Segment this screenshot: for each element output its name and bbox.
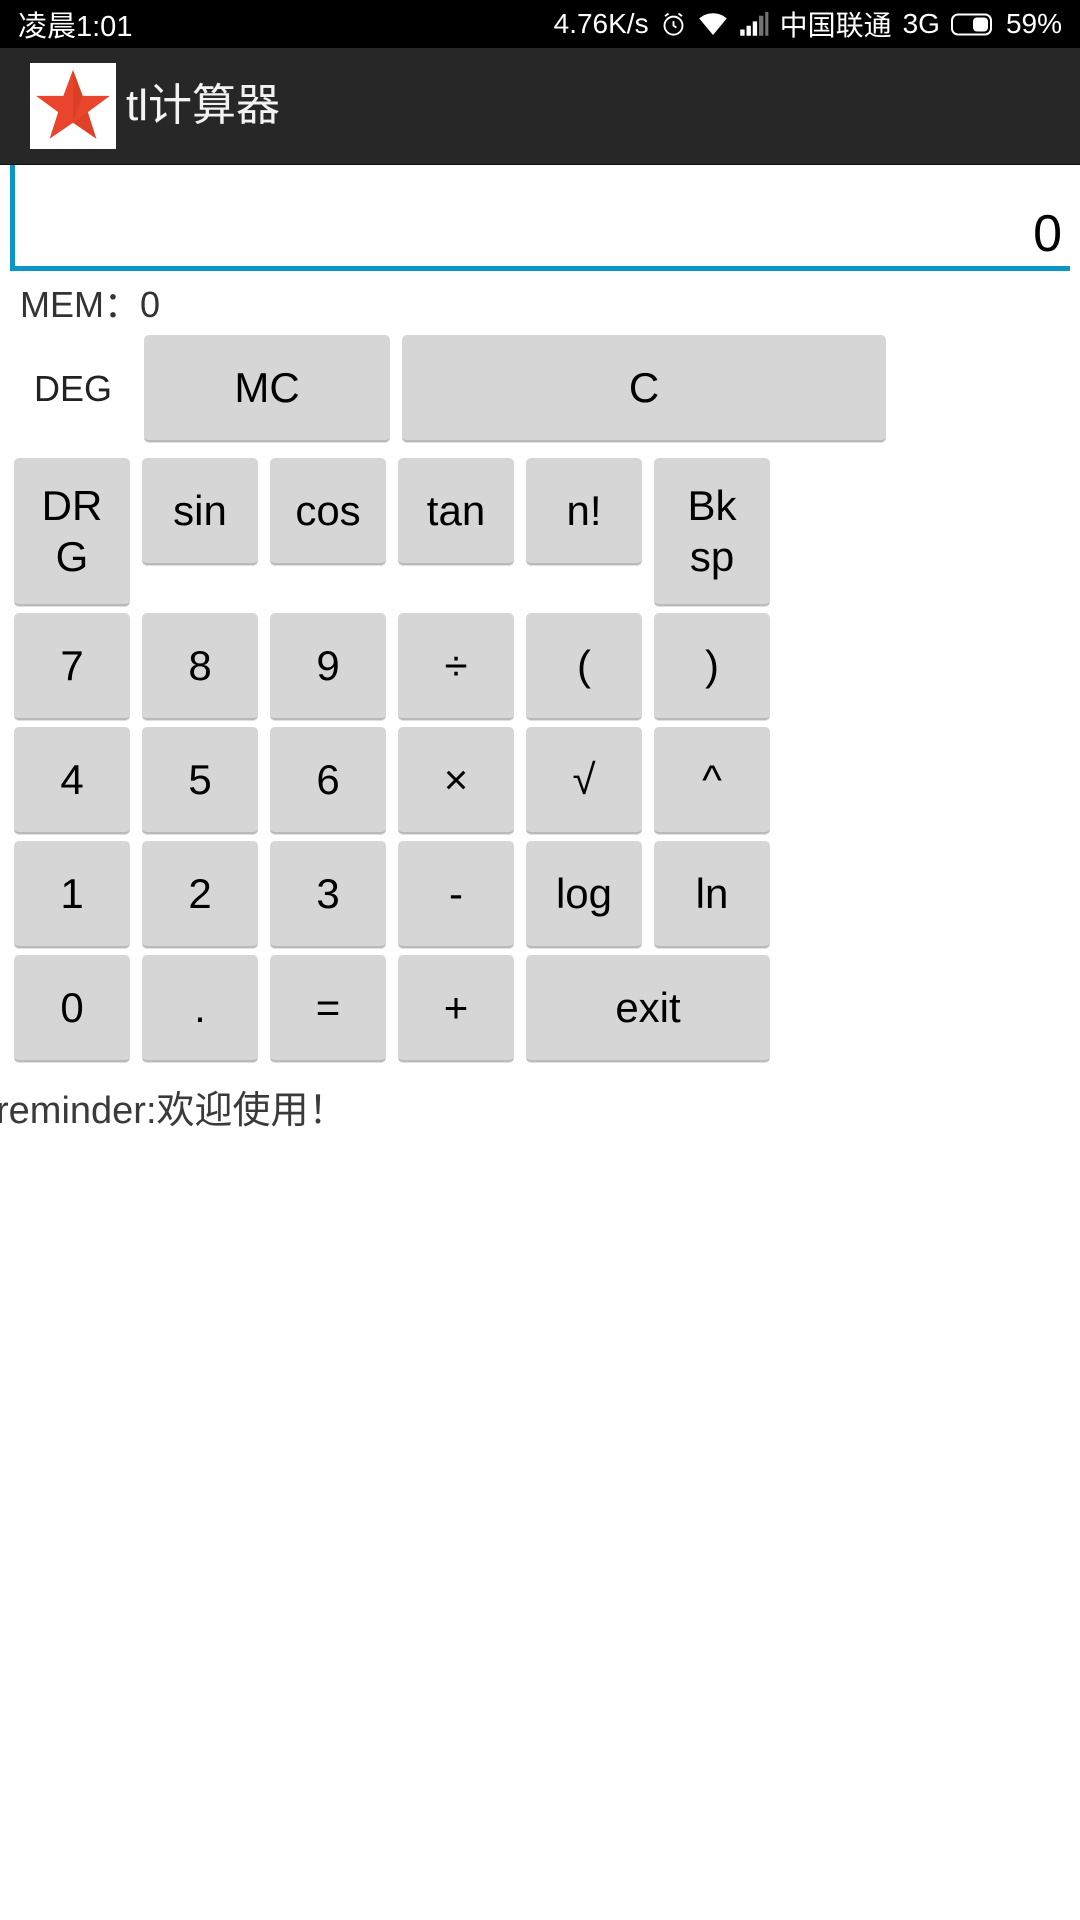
keypad-row-456: 4 5 6 × √ ^ <box>8 727 1072 834</box>
keypad-row-memory: DEG MC C <box>8 331 1072 442</box>
digit-9-button[interactable]: 9 <box>270 613 386 720</box>
paren-close-button[interactable]: ) <box>654 613 770 720</box>
paren-open-button[interactable]: ( <box>526 613 642 720</box>
digit-3-button[interactable]: 3 <box>270 841 386 948</box>
digit-6-button[interactable]: 6 <box>270 727 386 834</box>
decimal-point-button[interactable]: . <box>142 955 258 1062</box>
log-button[interactable]: log <box>526 841 642 948</box>
status-indicators: 4.76K/s 中国联通 3G 59% <box>554 4 1062 44</box>
digit-0-button[interactable]: 0 <box>14 955 130 1062</box>
network-speed: 4.76K/s <box>553 8 649 39</box>
display-field[interactable]: 0 <box>10 165 1070 271</box>
sin-button[interactable]: sin <box>142 458 258 565</box>
ln-button[interactable]: ln <box>654 841 770 948</box>
factorial-button[interactable]: n! <box>526 458 642 565</box>
status-bar: 凌晨1:01 4.76K/s 中国联通 3G 59% <box>0 0 1080 48</box>
drg-button[interactable]: DR G <box>14 458 130 606</box>
memory-label: MEM：0 <box>20 284 161 325</box>
digit-7-button[interactable]: 7 <box>14 613 130 720</box>
power-button[interactable]: ^ <box>654 727 770 834</box>
memory-clear-button[interactable]: MC <box>144 335 390 442</box>
exit-button[interactable]: exit <box>526 955 770 1062</box>
digit-5-button[interactable]: 5 <box>142 727 258 834</box>
red-star-logo-icon <box>30 63 116 149</box>
divide-button[interactable]: ÷ <box>398 613 514 720</box>
battery-percent: 59% <box>1005 8 1062 39</box>
alarm-clock-icon <box>660 11 687 38</box>
keypad-row-0: 0 . = + exit <box>8 955 1072 1062</box>
app-bar: tl计算器 <box>0 48 1080 165</box>
minus-button[interactable]: - <box>398 841 514 948</box>
battery-icon <box>950 12 995 37</box>
display-value: 0 <box>1033 205 1062 263</box>
digit-8-button[interactable]: 8 <box>142 613 258 720</box>
network-type: 3G <box>902 8 940 39</box>
angle-mode-label: DEG <box>33 368 112 409</box>
digit-2-button[interactable]: 2 <box>142 841 258 948</box>
signal-bars-icon <box>739 11 769 37</box>
sqrt-button[interactable]: √ <box>526 727 642 834</box>
backspace-button[interactable]: Bk sp <box>654 458 770 606</box>
digit-4-button[interactable]: 4 <box>14 727 130 834</box>
plus-button[interactable]: + <box>398 955 514 1062</box>
clear-button[interactable]: C <box>402 335 886 442</box>
keypad-row-functions: DR G sin cos tan n! Bk sp <box>8 458 1072 606</box>
keypad-row-123: 1 2 3 - log ln <box>8 841 1072 948</box>
tan-button[interactable]: tan <box>398 458 514 565</box>
keypad: DEG MC C DR G sin cos tan n! Bk sp 7 8 9… <box>0 331 1080 1062</box>
reminder-text: reminder:欢迎使用！ <box>0 1090 347 1132</box>
carrier-name: 中国联通 <box>779 10 892 41</box>
keypad-row-789: 7 8 9 ÷ ( ) <box>8 613 1072 720</box>
digit-1-button[interactable]: 1 <box>14 841 130 948</box>
calculator-body: 0 MEM：0 DEG MC C DR G sin cos tan n! Bk … <box>0 165 1080 1130</box>
cos-button[interactable]: cos <box>270 458 386 565</box>
wifi-icon <box>698 12 728 37</box>
status-time: 凌晨1:01 <box>18 11 133 43</box>
multiply-button[interactable]: × <box>398 727 514 834</box>
page-title: tl计算器 <box>126 81 280 130</box>
equals-button[interactable]: = <box>270 955 386 1062</box>
